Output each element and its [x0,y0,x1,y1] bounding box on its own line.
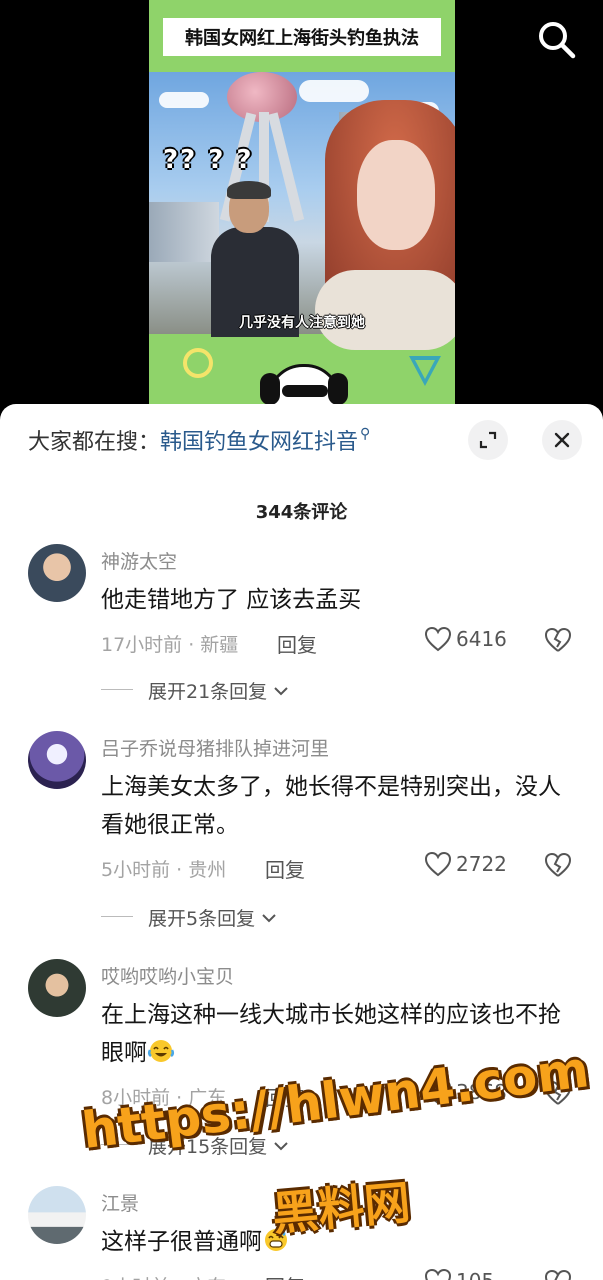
comment-username[interactable]: 哎哟哎哟小宝贝 [101,962,234,989]
video-frame: ?? ? ? 韩国女网红上海街头钓鱼执法 几乎没有人注意到她 [149,0,455,420]
reply-button[interactable]: 回复 [265,854,305,883]
expand-replies-label: 展开5条回复 [148,908,256,930]
grin-sweat-emoji-icon [265,1229,287,1251]
reply-button[interactable]: 回复 [265,1082,305,1111]
video-title: 韩国女网红上海街头钓鱼执法 [185,28,419,49]
trending-search-label: 大家都在搜： [28,430,161,455]
comment-meta: 5小时前 · 贵州 [101,859,227,881]
like-button[interactable]: 6416 [424,626,507,652]
comment-username[interactable]: 神游太空 [101,547,177,574]
expand-replies-label: 展开15条回复 [148,1136,268,1158]
chevron-down-icon [274,1141,288,1150]
heart-icon [424,1268,452,1280]
reply-button[interactable]: 回复 [277,629,317,658]
search-button[interactable] [535,18,579,62]
dislike-button[interactable] [544,852,572,882]
like-button[interactable]: 105 [424,1268,494,1280]
avatar[interactable] [28,1186,86,1244]
search-small-icon: ⚲ [360,426,371,442]
question-marks: ?? ? ? [163,145,254,175]
comment-username[interactable]: 吕子乔说母猪排队掉进河里 [101,734,329,761]
expand-replies-label: 展开21条回复 [148,681,268,703]
avatar[interactable] [28,959,86,1017]
like-button[interactable]: 2722 [424,851,507,877]
reply-button[interactable]: 回复 [265,1271,305,1280]
expand-replies[interactable]: 展开15条回复 [101,1132,289,1159]
dislike-button[interactable] [544,1269,572,1280]
search-icon [539,22,576,59]
expand-icon [479,431,497,449]
triangle-decoration [409,356,441,386]
broken-heart-icon [544,1080,572,1105]
video-subtitle: 几乎没有人注意到她 [239,315,365,331]
comment-text: 他走错地方了 应该去孟买 [101,587,362,613]
video-title-banner: 韩国女网红上海街头钓鱼执法 [163,18,441,56]
trending-search-link[interactable]: 韩国钓鱼女网红抖音 [160,424,358,456]
video-player[interactable]: ?? ? ? 韩国女网红上海街头钓鱼执法 几乎没有人注意到她 [0,0,603,420]
heart-icon [424,851,452,877]
comment-text: 这样子很普通啊 [101,1223,571,1261]
comment-text-content: 这样子很普通啊 [101,1229,262,1255]
comment-meta: 9小时前 · 广东 [101,1272,226,1280]
comment-text: 上海美女太多了，她长得不是特别突出，没人看她很正常。 [101,774,561,838]
expand-replies[interactable]: 展开5条回复 [101,904,277,931]
trending-search[interactable]: 大家都在搜： 韩国钓鱼女网红抖音 ⚲ [28,422,370,458]
avatar[interactable] [28,731,86,789]
avatar[interactable] [28,544,86,602]
like-count: 3868 [456,1080,507,1104]
heart-icon [424,1079,452,1105]
comment-meta: 8小时前 · 广东 [101,1087,227,1109]
close-button[interactable] [542,420,582,460]
woman-figure [315,100,455,350]
like-count: 105 [456,1269,494,1280]
comment-meta: 17小时前 · 新疆 [101,634,239,656]
comment-count: 344条评论 [255,502,348,523]
like-button[interactable]: 3868 [424,1079,507,1105]
broken-heart-icon [544,852,572,877]
expand-replies[interactable]: 展开21条回复 [101,677,289,704]
broken-heart-icon [544,1269,572,1280]
comments-sheet: 大家都在搜： 韩国钓鱼女网红抖音 ⚲ 344条评论 神游太空 他走错地方了 应该… [0,404,603,1280]
broken-heart-icon [544,627,572,652]
like-count: 2722 [456,852,507,876]
laugh-cry-emoji-icon [147,1040,175,1062]
chevron-down-icon [262,913,276,922]
close-icon [554,432,570,448]
dislike-button[interactable] [544,627,572,657]
dislike-button[interactable] [544,1080,572,1110]
heart-icon [424,626,452,652]
circle-decoration [183,348,213,378]
expand-button[interactable] [468,420,508,460]
comment-text: 在上海这种一线大城市长她这样的应该也不抢眼啊 [101,996,571,1072]
like-count: 6416 [456,627,507,651]
comment-username[interactable]: 江景 [101,1189,139,1216]
chevron-down-icon [274,686,288,695]
